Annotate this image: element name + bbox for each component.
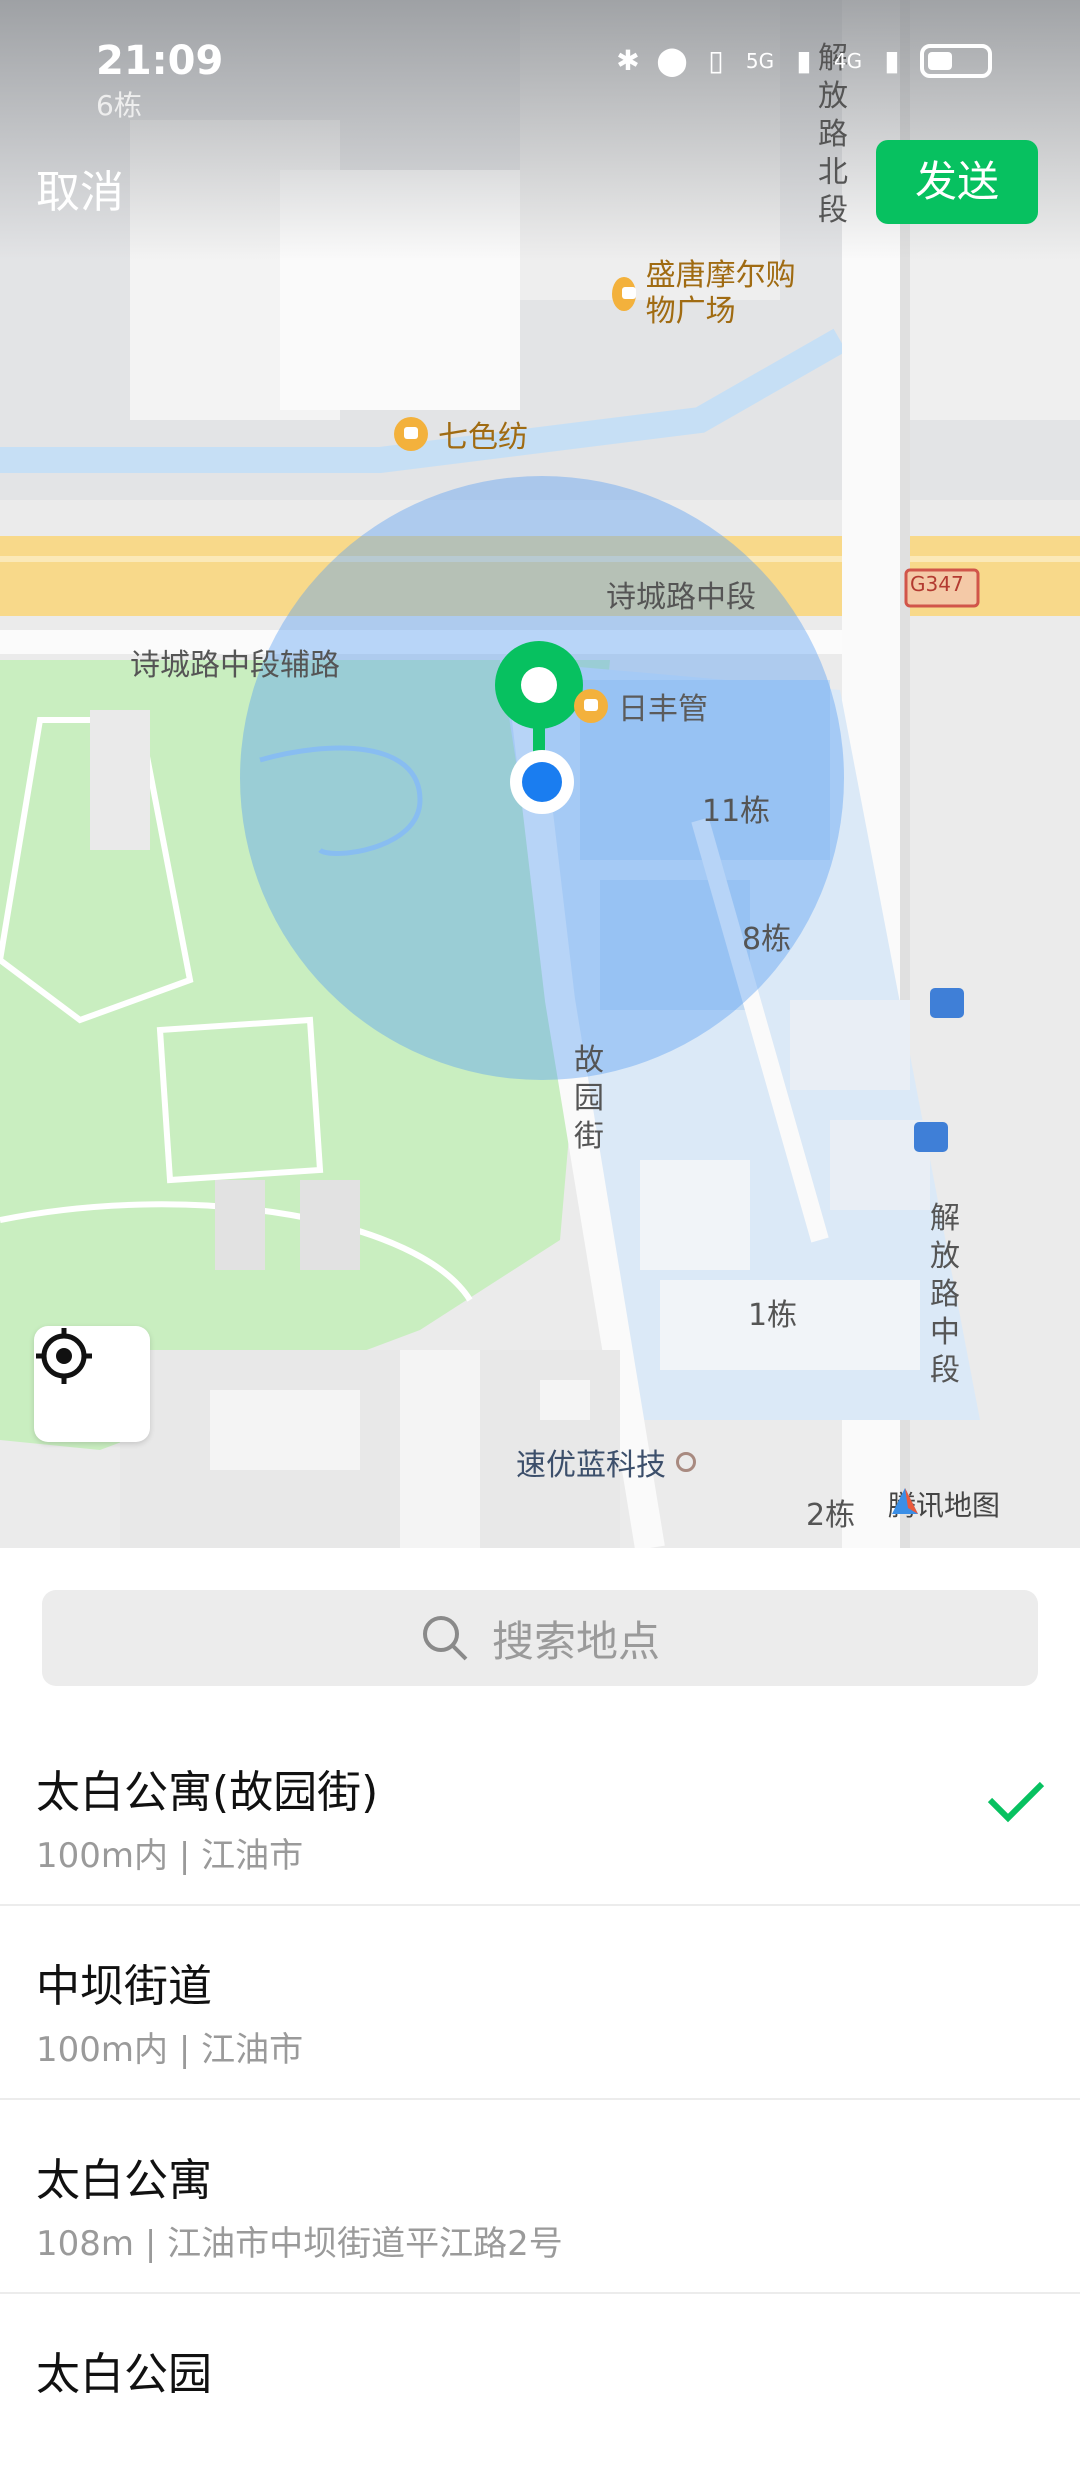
result-subtitle: 108m | 江油市中坝街道平江路2号 [36, 2224, 563, 2264]
status-bar: 21:09 6栋 ✱ ⬤ ▯ 5G ▮ 4G ▮ [0, 0, 1080, 122]
status-sub-label: 6栋 [96, 89, 142, 122]
shop-icon [612, 277, 636, 311]
signal-4g-icon: 4G [833, 49, 863, 73]
road-label-east-mid: 解放路中段 [930, 1201, 960, 1388]
locate-me-button[interactable] [34, 1326, 150, 1442]
send-button[interactable]: 发送 [876, 140, 1038, 224]
building-label: 11栋 [702, 794, 771, 829]
status-time: 21:09 [96, 38, 224, 84]
result-title: 太白公园 [36, 2349, 212, 2400]
signal-5g-icon: 5G [745, 49, 775, 73]
poi-shop-2-label: 日丰管 [618, 692, 708, 727]
building-label: 8栋 [742, 922, 792, 957]
list-item[interactable]: 中坝街道 100m内 | 江油市 [0, 1904, 1080, 2100]
bluetooth-icon: ✱ [616, 44, 640, 77]
battery-icon [920, 44, 992, 78]
poi-company[interactable]: 速优蓝科技 [516, 1440, 696, 1484]
vibrate-icon: ▯ [708, 44, 724, 77]
location-panel: 搜索地点 太白公寓(故园街) 100m内 | 江油市 中坝街道 100m内 | … [0, 1548, 1080, 2412]
building-label: 1栋 [748, 1298, 798, 1333]
shop-icon [394, 417, 428, 451]
search-icon [422, 1616, 468, 1661]
poi-dot-icon [676, 1452, 696, 1472]
building-label: 2栋 [806, 1498, 856, 1533]
result-title: 中坝街道 [36, 1961, 212, 2012]
poi-mall-label: 盛唐摩尔购物广场 [645, 258, 796, 329]
road-label-aux: 诗城路中段辅路 [130, 648, 340, 683]
result-title: 太白公寓 [36, 2155, 212, 2206]
status-icons: ✱ ⬤ ▯ 5G ▮ 4G ▮ [612, 44, 992, 78]
signal-bars-icon: ▮ [796, 44, 812, 77]
poi-company-label: 速优蓝科技 [516, 1448, 666, 1483]
shop-icon [574, 689, 608, 723]
poi-shop-1-label: 七色纺 [438, 420, 528, 455]
cancel-button[interactable]: 取消 [36, 156, 124, 220]
poi-shop-1[interactable]: 七色纺 [394, 412, 528, 456]
highway-badge: G347 [910, 572, 964, 596]
road-label-lane: 故园街 [574, 1043, 604, 1154]
poi-shop-2[interactable]: 日丰管 [574, 684, 708, 728]
check-icon [987, 1781, 1045, 1823]
result-subtitle: 100m内 | 江油市 [36, 2030, 304, 2070]
list-item[interactable]: 太白公寓(故园街) 100m内 | 江油市 [0, 1710, 1080, 1906]
result-title: 太白公寓(故园街) [36, 1767, 379, 1818]
signal-bars-icon: ▮ [884, 44, 900, 77]
poi-mall[interactable]: 盛唐摩尔购物广场 [612, 258, 812, 330]
location-icon: ⬤ [656, 44, 688, 77]
tencent-map-logo-icon [892, 1488, 918, 1514]
map-view[interactable]: 诗城路中段 诗城路中段辅路 解放路北段 解放路中段 故园街 G347 盛唐摩尔购… [0, 0, 1080, 1548]
search-input[interactable]: 搜索地点 [42, 1590, 1038, 1686]
road-label-main: 诗城路中段 [606, 580, 756, 615]
result-subtitle: 100m内 | 江油市 [36, 1836, 304, 1876]
crosshair-icon [36, 1328, 92, 1384]
map-brand: 腾讯地图 [888, 1484, 1000, 1524]
search-placeholder: 搜索地点 [491, 1616, 660, 1666]
list-item[interactable]: 太白公园 [0, 2292, 1080, 2486]
list-item[interactable]: 太白公寓 108m | 江油市中坝街道平江路2号 [0, 2098, 1080, 2294]
